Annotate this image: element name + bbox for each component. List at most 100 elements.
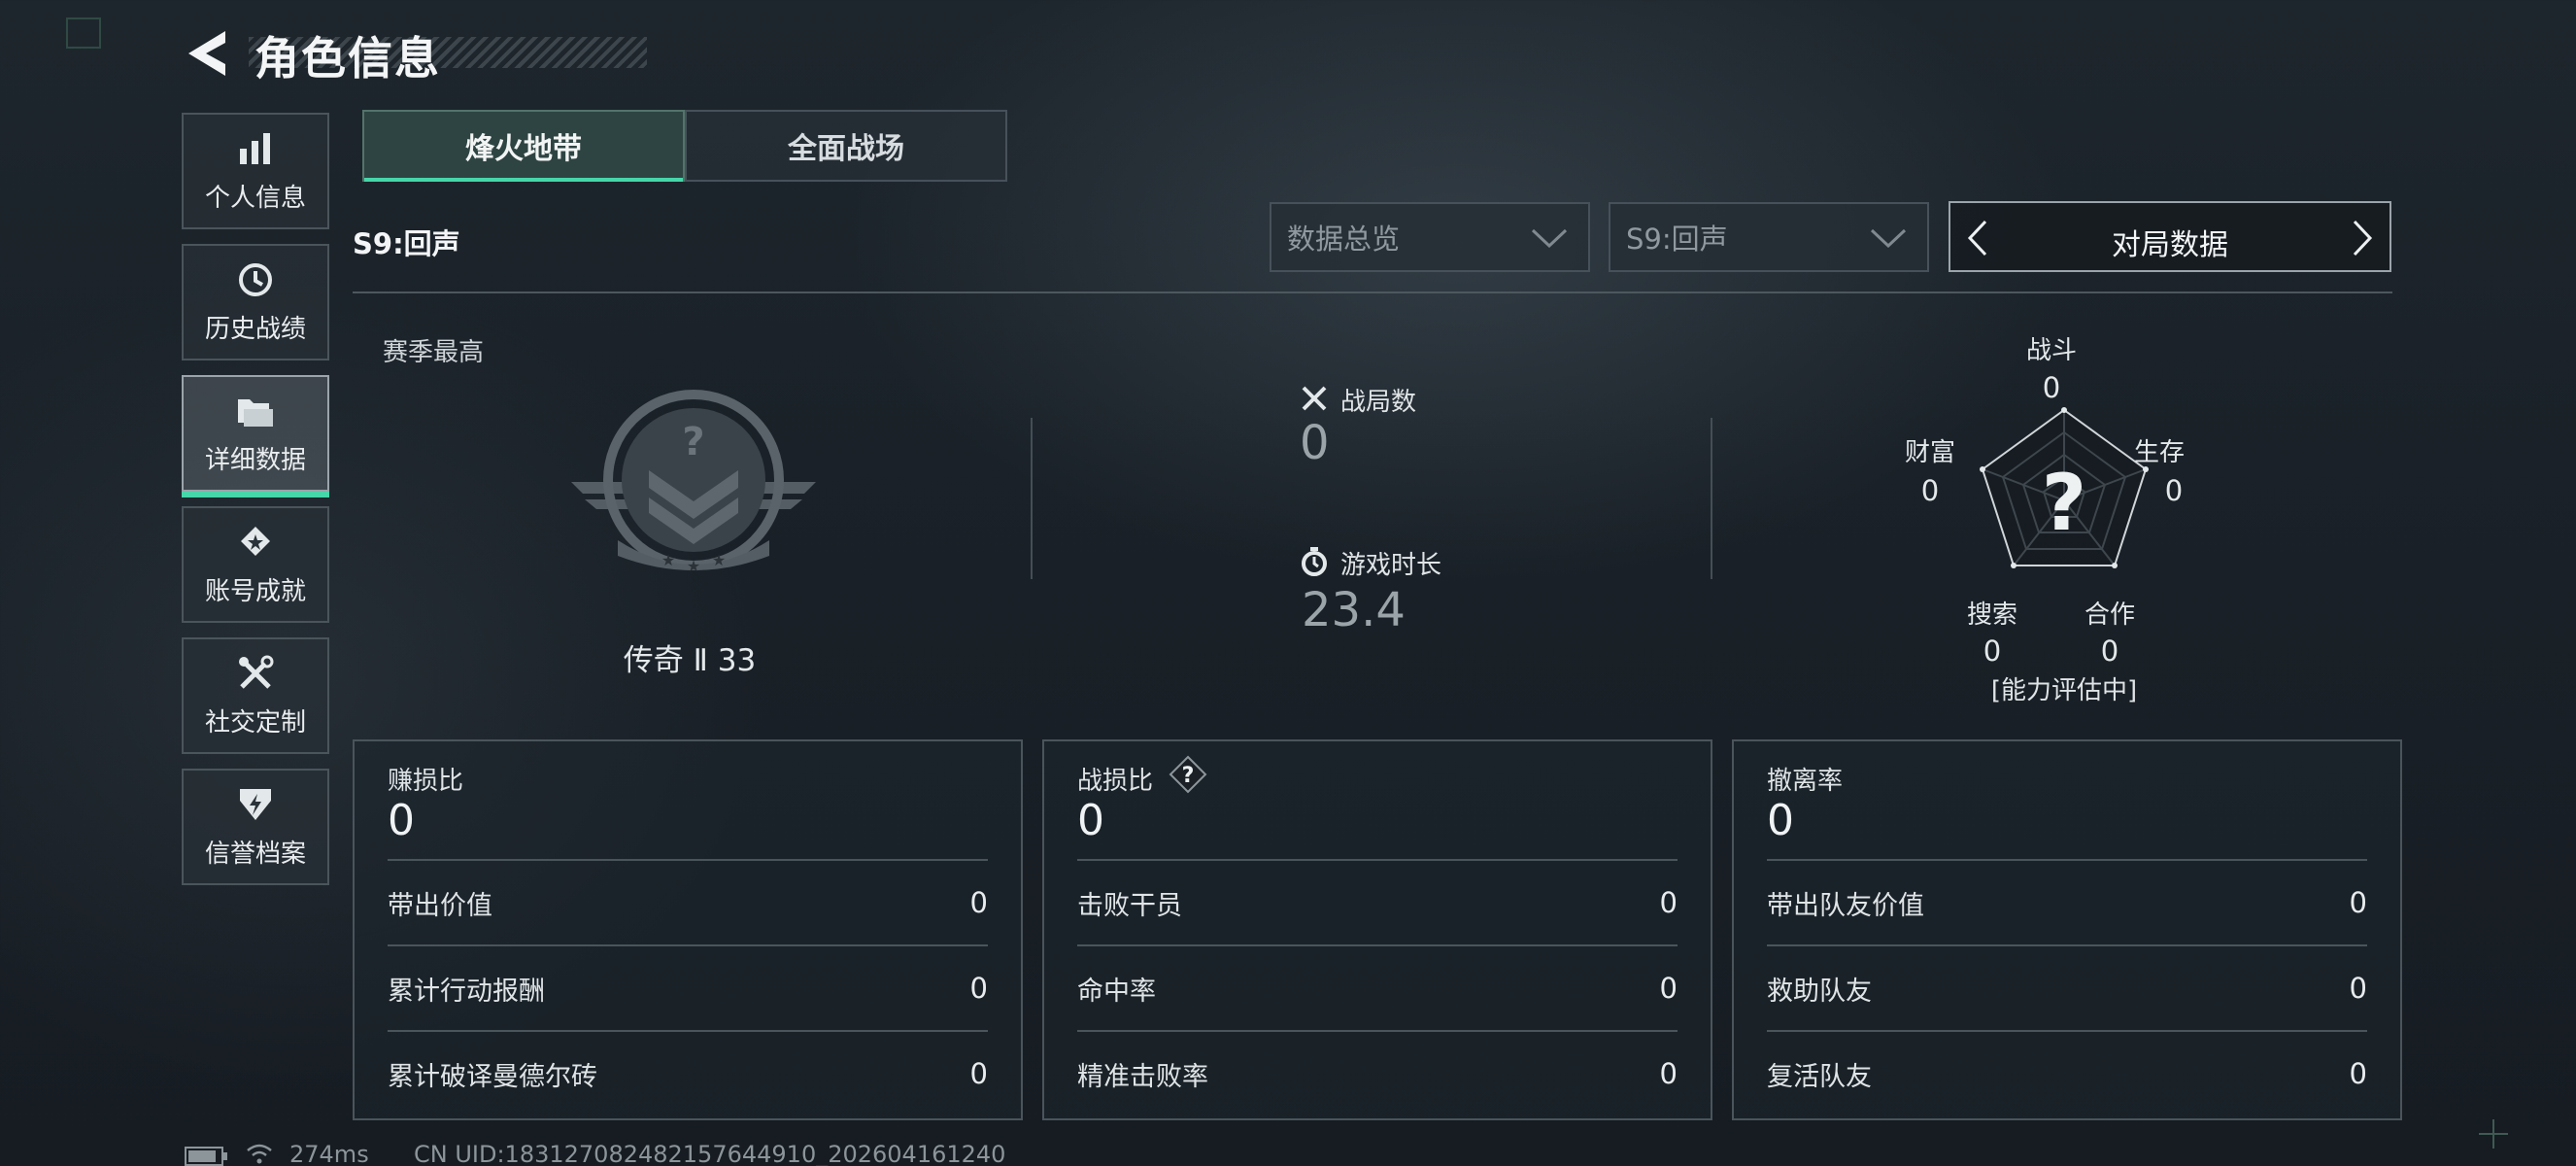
corner-frame-mark — [66, 17, 101, 49]
folder-icon — [236, 392, 275, 430]
stat-row: 累计行动报酬 0 — [388, 944, 988, 1030]
season-dropdown[interactable]: S9:回声 — [1609, 202, 1929, 272]
crosshair-icon — [2477, 1117, 2510, 1154]
back-button[interactable] — [181, 27, 231, 80]
row-value: 0 — [969, 972, 988, 1005]
rank-text: 传奇 Ⅱ 33 — [623, 643, 757, 678]
vertical-divider — [1031, 418, 1033, 579]
season-label: S9:回声 — [353, 227, 460, 260]
page-title: 角色信息 — [254, 32, 441, 85]
stat-row: 带出队友价值 0 — [1767, 859, 2367, 944]
tab-label: 烽火地带 — [465, 132, 582, 166]
sidebar-item-social-custom[interactable]: 社交定制 — [182, 637, 329, 754]
season-best-label: 赛季最高 — [383, 338, 485, 367]
row-label: 复活队友 — [1767, 1061, 1872, 1092]
card-value: 0 — [388, 796, 415, 845]
sidebar-item-reputation[interactable]: 信誉档案 — [182, 769, 329, 885]
kill-death-card: 战损比 ? 0 击败干员 0 命中率 0 精准击败率 0 — [1042, 739, 1712, 1120]
history-clock-icon — [236, 260, 275, 299]
dropdown-value: S9:回声 — [1626, 223, 1728, 256]
battery-icon — [185, 1147, 229, 1166]
tab-label: 全面战场 — [788, 132, 904, 166]
stat-row: 带出价值 0 — [388, 859, 988, 944]
stat-row: 命中率 0 — [1077, 944, 1678, 1030]
ability-evaluation-status: [能力评估中] — [1990, 676, 2138, 705]
row-value: 0 — [1659, 972, 1678, 1005]
svg-text:★: ★ — [712, 551, 726, 569]
row-value: 0 — [1659, 1057, 1678, 1090]
playtime-label: 游戏时长 — [1340, 551, 1442, 580]
match-data-selector[interactable]: 对局数据 — [1949, 201, 2391, 272]
row-value: 0 — [2349, 1057, 2367, 1090]
tab-quanmian[interactable]: 全面战场 — [685, 110, 1007, 182]
svg-text:?: ? — [682, 420, 704, 464]
sidebar-item-label: 历史战绩 — [204, 314, 306, 344]
tab-fenghuo[interactable]: 烽火地带 — [362, 110, 685, 182]
battles-label: 战局数 — [1340, 388, 1417, 417]
wrench-screwdriver-icon — [236, 654, 275, 693]
sidebar-item-label: 个人信息 — [204, 183, 306, 213]
radar-label-wealth: 财富 — [1904, 438, 1955, 467]
help-mark: ? — [1182, 764, 1195, 788]
card-title: 战损比 — [1077, 767, 1154, 796]
stat-row: 救助队友 0 — [1767, 944, 2367, 1030]
row-label: 带出价值 — [388, 890, 492, 921]
crossed-swords-icon — [1300, 384, 1329, 417]
row-value: 0 — [2349, 972, 2367, 1005]
row-label: 救助队友 — [1767, 976, 1872, 1007]
sidebar-item-label: 信誉档案 — [204, 839, 306, 869]
row-value: 0 — [969, 1057, 988, 1090]
achievement-medal-icon — [236, 523, 275, 562]
row-value: 0 — [2349, 886, 2367, 919]
vertical-divider — [1711, 418, 1712, 579]
radar-value-combat: 0 — [2042, 371, 2061, 404]
radar-value-survival: 0 — [2164, 474, 2184, 507]
sidebar-item-label: 账号成就 — [204, 576, 306, 606]
section-divider — [353, 292, 2392, 293]
back-arrow-icon — [188, 31, 225, 76]
row-label: 精准击败率 — [1077, 1061, 1208, 1092]
dropdown-value: 数据总览 — [1287, 223, 1401, 256]
sidebar-item-label: 详细数据 — [204, 445, 306, 475]
sidebar-item-label: 社交定制 — [204, 707, 306, 737]
radar-value-search: 0 — [1983, 634, 2002, 668]
row-value: 0 — [1659, 886, 1678, 919]
sidebar-item-personal-info[interactable]: 个人信息 — [182, 113, 329, 229]
card-value: 0 — [1767, 796, 1794, 845]
sidebar-item-detailed-data[interactable]: 详细数据 — [182, 375, 329, 497]
svg-text:★: ★ — [661, 551, 675, 569]
wifi-icon — [245, 1142, 274, 1166]
bar-chart-icon — [236, 129, 275, 168]
shield-bolt-icon — [236, 785, 275, 824]
profit-loss-card: 赚损比 0 带出价值 0 累计行动报酬 0 累计破译曼德尔砖 0 — [353, 739, 1023, 1120]
radar-value-wealth: 0 — [1920, 474, 1940, 507]
help-icon[interactable]: ? — [1169, 755, 1207, 794]
battles-value: 0 — [1300, 416, 1330, 470]
row-label: 累计行动报酬 — [388, 976, 545, 1007]
row-label: 带出队友价值 — [1767, 890, 1924, 921]
row-label: 击败干员 — [1077, 890, 1182, 921]
radar-label-teamwork: 合作 — [2084, 600, 2135, 630]
extraction-rate-card: 撤离率 0 带出队友价值 0 救助队友 0 复活队友 0 — [1732, 739, 2402, 1120]
card-title: 撤离率 — [1767, 767, 1844, 796]
tab-active-indicator — [364, 178, 683, 182]
row-label: 累计破译曼德尔砖 — [388, 1061, 597, 1092]
chevron-down-icon — [1870, 228, 1907, 249]
overview-dropdown[interactable]: 数据总览 — [1270, 202, 1590, 272]
row-label: 命中率 — [1077, 976, 1156, 1007]
radar-value-teamwork: 0 — [2100, 634, 2119, 668]
sidebar-item-achievements[interactable]: 账号成就 — [182, 506, 329, 623]
active-indicator — [182, 492, 329, 497]
svg-text:★: ★ — [687, 557, 700, 575]
radar-label-search: 搜索 — [1966, 600, 2017, 630]
sidebar-item-history[interactable]: 历史战绩 — [182, 244, 329, 360]
card-value: 0 — [1077, 796, 1104, 845]
stat-row: 击败干员 0 — [1077, 859, 1678, 944]
radar-label-survival: 生存 — [2133, 438, 2185, 467]
match-data-label: 对局数据 — [2112, 228, 2228, 262]
ping-value: 274ms — [289, 1141, 369, 1166]
stat-row: 复活队友 0 — [1767, 1030, 2367, 1115]
chevron-right-icon[interactable] — [2351, 219, 2374, 257]
player-uid: CN UID:183127082482157644910_20260416124… — [414, 1141, 1006, 1166]
stat-row: 累计破译曼德尔砖 0 — [388, 1030, 988, 1115]
